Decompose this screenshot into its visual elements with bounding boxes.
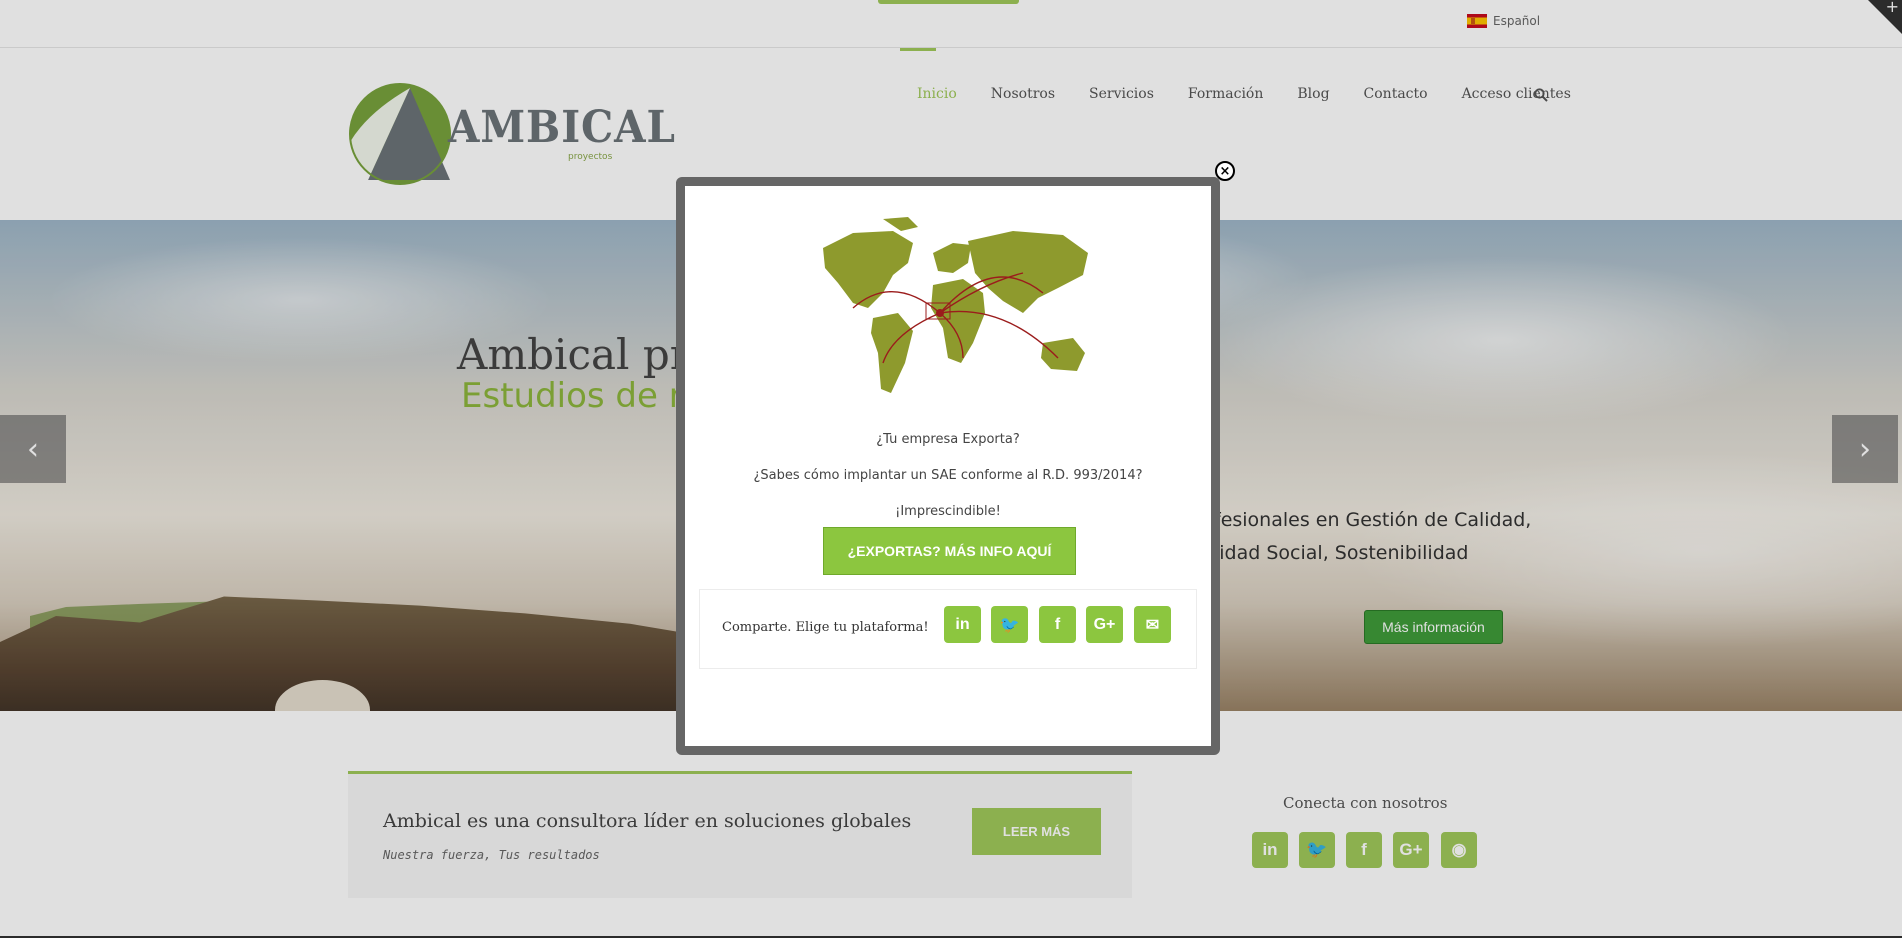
close-icon[interactable]: × [1215, 161, 1235, 181]
share-email-icon[interactable]: ✉ [1134, 606, 1171, 643]
world-map-icon [793, 213, 1107, 405]
share-facebook-icon[interactable]: f [1039, 606, 1076, 643]
modal-line-3: ¡Imprescindible! [895, 504, 1001, 519]
export-info-button[interactable]: ¿EXPORTAS? MÁS INFO AQUÍ [823, 527, 1076, 575]
page: Español + AMBICAL proyectos Inicio Nosot… [0, 0, 1902, 938]
modal-line-2: ¿Sabes cómo implantar un SAE conforme al… [753, 468, 1143, 483]
share-twitter-icon[interactable]: 🐦 [991, 606, 1028, 643]
share-linkedin-icon[interactable]: in [944, 606, 981, 643]
share-label: Comparte. Elige tu plataforma! [722, 620, 929, 635]
share-box: Comparte. Elige tu plataforma! in 🐦 f G+… [699, 589, 1197, 669]
share-google-plus-icon[interactable]: G+ [1086, 606, 1123, 643]
export-modal: ¿Tu empresa Exporta? ¿Sabes cómo implant… [676, 177, 1220, 755]
modal-line-1: ¿Tu empresa Exporta? [876, 432, 1020, 447]
